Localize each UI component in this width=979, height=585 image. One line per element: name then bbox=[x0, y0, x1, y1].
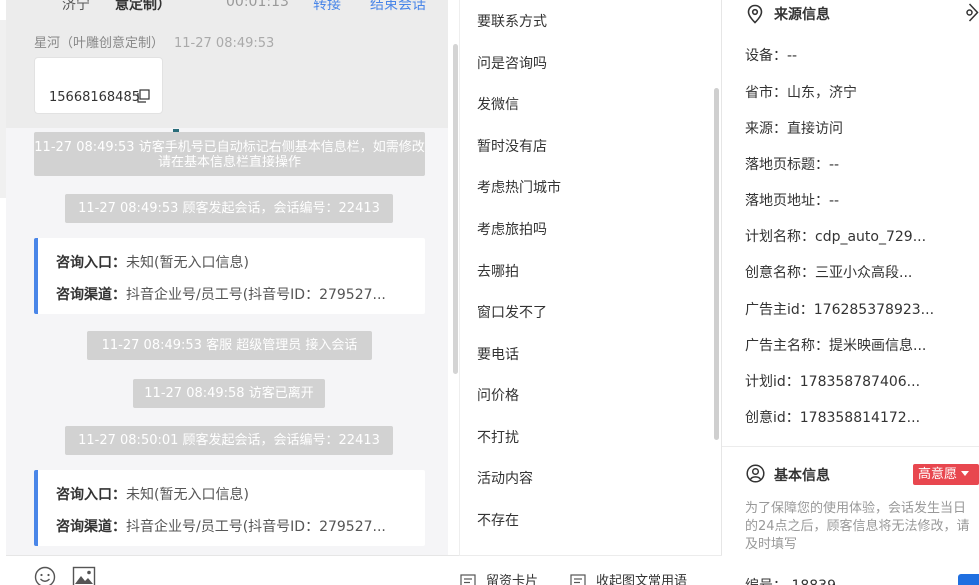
source-info-row: 设备：-- bbox=[745, 48, 798, 64]
source-info-row: 广告主名称：提米映画信息... bbox=[745, 338, 927, 354]
quick-reply-item[interactable]: 要联系方式 bbox=[477, 11, 547, 31]
entry-line: 咨询入口：未知(暂无入口信息) bbox=[56, 484, 406, 504]
source-info-row: 落地页标题：-- bbox=[745, 157, 840, 173]
source-info-row: 省市：山东，济宁 bbox=[745, 85, 857, 101]
source-info-row: 广告主id：176285378923... bbox=[745, 302, 935, 318]
channel-label: 咨询渠道： bbox=[56, 519, 126, 535]
entry-value: 未知(暂无入口信息) bbox=[126, 487, 249, 503]
collect-phrases-label: 收起图文常用语 bbox=[596, 574, 688, 585]
channel-label: 咨询渠道： bbox=[56, 287, 126, 303]
system-message: 11-27 08:50:01 顾客发起会话，会话编号：22413 bbox=[65, 426, 393, 455]
quick-reply-scrollbar[interactable] bbox=[714, 88, 719, 440]
system-message: 11-27 08:49:53 顾客发起会话，会话编号：22413 bbox=[65, 194, 393, 223]
quick-reply-item[interactable]: 不存在 bbox=[477, 510, 519, 530]
edit-deadline-notice: 为了保障您的使用体验，会话发生当日的24点之后，顾客信息将无法修改，请及时填写 bbox=[745, 501, 970, 552]
panel-action-button[interactable] bbox=[958, 574, 979, 585]
user-icon bbox=[746, 464, 765, 483]
location-pin-icon bbox=[747, 4, 763, 24]
entry-info-card: 咨询入口：未知(暂无入口信息) 咨询渠道：抖音企业号/员工号(抖音号ID：279… bbox=[34, 238, 425, 314]
message-time: 11-27 08:49:53 bbox=[174, 36, 275, 51]
phone-message-bubble: 15668168485 bbox=[34, 57, 163, 114]
section-divider bbox=[722, 446, 979, 447]
quick-reply-item[interactable]: 暂时没有店 bbox=[477, 136, 547, 156]
sender-name: 星河（叶雕创意定制） bbox=[34, 36, 165, 51]
quick-reply-item[interactable]: 发微信 bbox=[477, 94, 519, 114]
basic-info-title: 基本信息 bbox=[774, 468, 830, 484]
session-duration: 00:01:13 bbox=[226, 0, 289, 10]
quick-reply-item[interactable]: 问价格 bbox=[477, 385, 519, 405]
view-icon[interactable] bbox=[960, 3, 979, 22]
emoji-icon[interactable] bbox=[34, 566, 56, 585]
end-session-button[interactable]: 结束会话 bbox=[370, 0, 426, 14]
source-info-row: 来源：直接访问 bbox=[745, 121, 843, 137]
channel-value: 抖音企业号/员工号(抖音号ID：279527... bbox=[126, 519, 386, 535]
entry-info-card: 咨询入口：未知(暂无入口信息) 咨询渠道：抖音企业号/员工号(抖音号ID：279… bbox=[34, 470, 425, 546]
caret-down-icon bbox=[961, 471, 970, 476]
channel-line: 咨询渠道：抖音企业号/员工号(抖音号ID：279527... bbox=[56, 284, 406, 304]
quick-reply-item[interactable]: 要电话 bbox=[477, 344, 519, 364]
quick-reply-item[interactable]: 考虑旅拍吗 bbox=[477, 219, 547, 239]
source-info-row: 计划名称：cdp_auto_729... bbox=[745, 229, 927, 245]
leave-card-button[interactable]: 留资卡片 bbox=[460, 570, 538, 585]
collect-phrases-button[interactable]: 收起图文常用语 bbox=[570, 570, 687, 585]
channel-value: 抖音企业号/员工号(抖音号ID：279527... bbox=[126, 287, 386, 303]
chat-input-toolbar bbox=[6, 555, 459, 585]
customer-id-row: 编号： 18839 bbox=[745, 575, 836, 585]
phone-number: 15668168485 bbox=[49, 90, 140, 105]
channel-line: 咨询渠道：抖音企业号/员工号(抖音号ID：279527... bbox=[56, 516, 406, 536]
quick-reply-item[interactable]: 去哪拍 bbox=[477, 261, 519, 281]
quick-reply-panel bbox=[459, 0, 722, 585]
system-message: 11-27 08:49:53 客服 超级管理员 接入会话 bbox=[87, 331, 372, 360]
image-icon[interactable] bbox=[72, 566, 96, 585]
phrase-icon bbox=[570, 574, 586, 585]
quick-reply-item[interactable]: 考虑热门城市 bbox=[477, 177, 561, 197]
source-info-row: 计划id：178358787406... bbox=[745, 374, 921, 390]
chat-panel: 济宁 意定制） 00:01:13 转接 结束会话 星河（叶雕创意定制） 11-27… bbox=[0, 0, 459, 585]
leave-card-label: 留资卡片 bbox=[486, 574, 539, 585]
card-icon bbox=[460, 574, 476, 585]
quick-reply-item[interactable]: 活动内容 bbox=[477, 468, 533, 488]
intent-level-label: 高意愿 bbox=[918, 467, 958, 482]
source-info-row: 落地页地址：-- bbox=[745, 193, 840, 209]
intent-level-dropdown[interactable]: 高意愿 bbox=[913, 464, 979, 485]
source-info-row: 创意id：178358814172... bbox=[745, 410, 921, 426]
visitor-name: 意定制） bbox=[115, 0, 171, 13]
quick-reply-item[interactable]: 窗口发不了 bbox=[477, 302, 547, 322]
source-info-row: 创意名称：三亚小众高段... bbox=[745, 265, 913, 281]
quick-reply-item[interactable]: 不打扰 bbox=[477, 427, 519, 447]
system-notice: 11-27 08:49:53 访客手机号已自动标记右侧基本信息栏，如需修改请在基… bbox=[34, 132, 425, 176]
chat-scrollbar[interactable] bbox=[453, 44, 458, 374]
transfer-button[interactable]: 转接 bbox=[313, 0, 341, 14]
visitor-city: 济宁 bbox=[62, 0, 90, 13]
message-sender: 星河（叶雕创意定制） 11-27 08:49:53 bbox=[34, 32, 274, 51]
entry-label: 咨询入口： bbox=[56, 487, 126, 503]
source-info-title: 来源信息 bbox=[774, 7, 830, 23]
entry-line: 咨询入口：未知(暂无入口信息) bbox=[56, 252, 406, 272]
system-message: 11-27 08:49:58 访客已离开 bbox=[133, 379, 325, 408]
copy-icon[interactable] bbox=[136, 89, 150, 103]
entry-label: 咨询入口： bbox=[56, 255, 126, 271]
quick-reply-item[interactable]: 问是咨询吗 bbox=[477, 53, 547, 73]
entry-value: 未知(暂无入口信息) bbox=[126, 255, 249, 271]
